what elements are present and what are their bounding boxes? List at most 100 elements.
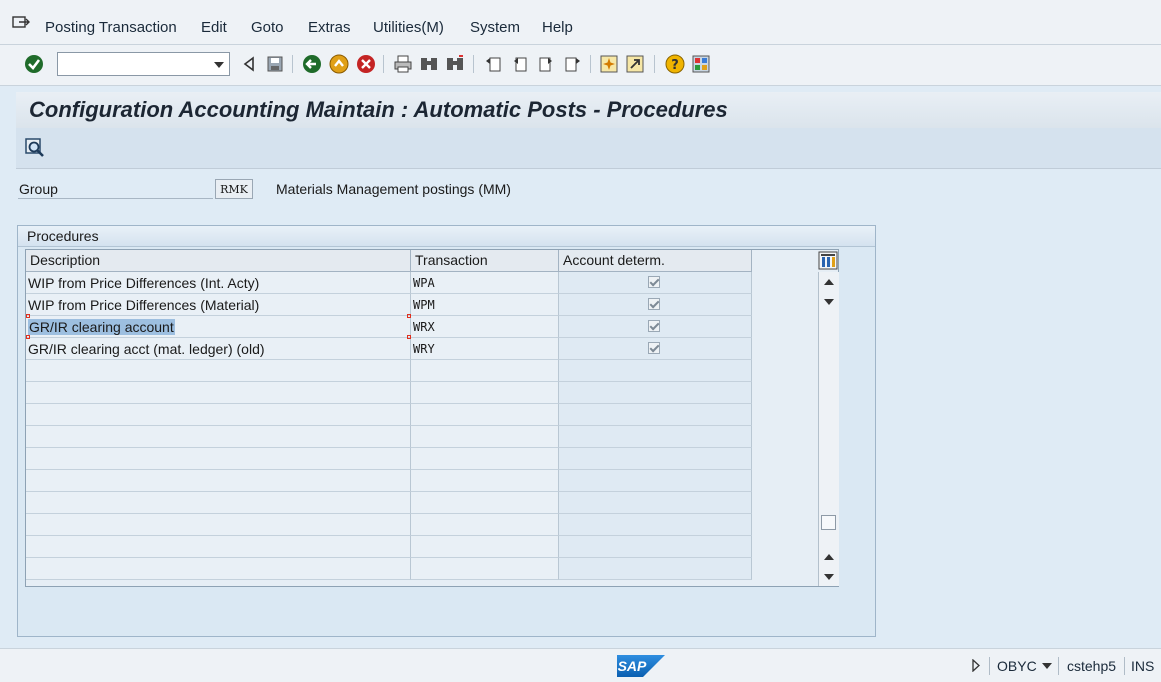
selected-text[interactable]: GR/IR clearing account (28, 319, 175, 335)
column-header-account-determ[interactable]: Account determ. (559, 250, 752, 271)
menu-utilities[interactable]: Utilities(M) (373, 19, 444, 36)
row-description[interactable]: GR/IR clearing acct (mat. ledger) (old) (26, 338, 411, 360)
empty-cell[interactable] (411, 536, 559, 558)
empty-cell[interactable] (26, 470, 411, 492)
empty-cell[interactable] (559, 448, 752, 470)
empty-cell[interactable] (26, 448, 411, 470)
empty-cell[interactable] (411, 514, 559, 536)
empty-cell[interactable] (559, 426, 752, 448)
system-menu-icon[interactable] (12, 16, 30, 30)
empty-cell[interactable] (411, 448, 559, 470)
cancel-icon[interactable] (355, 53, 377, 75)
scrollbar-thumb[interactable] (821, 515, 836, 530)
empty-cell[interactable] (559, 360, 752, 382)
table-row[interactable]: WIP from Price Differences (Material) WP… (26, 294, 752, 316)
selection-handle[interactable] (407, 314, 411, 318)
menu-system[interactable]: System (470, 19, 520, 36)
empty-cell[interactable] (411, 360, 559, 382)
find-icon[interactable] (418, 53, 440, 75)
menu-help[interactable]: Help (542, 19, 573, 36)
selection-handle[interactable] (26, 314, 30, 318)
empty-cell[interactable] (26, 558, 411, 580)
back-triangle-icon[interactable] (238, 53, 260, 75)
table-row[interactable]: GR/IR clearing acct (mat. ledger) (old) … (26, 338, 752, 360)
print-icon[interactable] (392, 53, 414, 75)
previous-page-icon[interactable] (509, 53, 531, 75)
empty-cell[interactable] (411, 470, 559, 492)
table-row-empty[interactable] (26, 558, 752, 580)
empty-cell[interactable] (26, 514, 411, 536)
selection-handle[interactable] (26, 335, 30, 339)
table-row-empty[interactable] (26, 536, 752, 558)
table-row-empty[interactable] (26, 426, 752, 448)
empty-cell[interactable] (411, 426, 559, 448)
input-mode[interactable]: INS (1131, 658, 1154, 674)
last-page-icon[interactable] (561, 53, 583, 75)
command-field[interactable] (57, 52, 230, 76)
table-settings-icon[interactable] (818, 251, 838, 270)
row-transaction[interactable]: WRY (411, 338, 559, 360)
empty-cell[interactable] (411, 404, 559, 426)
empty-cell[interactable] (26, 426, 411, 448)
table-row[interactable]: WIP from Price Differences (Int. Acty) W… (26, 272, 752, 294)
display-change-icon[interactable] (24, 137, 46, 159)
empty-cell[interactable] (411, 492, 559, 514)
table-row-empty[interactable] (26, 492, 752, 514)
table-row-empty[interactable] (26, 360, 752, 382)
empty-cell[interactable] (26, 360, 411, 382)
row-description[interactable]: WIP from Price Differences (Int. Acty) (26, 272, 411, 294)
column-header-description[interactable]: Description (26, 250, 411, 271)
chevron-down-icon[interactable] (214, 62, 224, 68)
selection-handle[interactable] (407, 335, 411, 339)
back-icon[interactable] (301, 53, 323, 75)
row-transaction[interactable]: WPM (411, 294, 559, 316)
empty-cell[interactable] (559, 404, 752, 426)
customize-layout-icon[interactable] (690, 53, 712, 75)
table-row-empty[interactable] (26, 382, 752, 404)
empty-cell[interactable] (26, 492, 411, 514)
scroll-page-down-icon[interactable] (824, 574, 834, 580)
table-row-empty[interactable] (26, 404, 752, 426)
enter-check-icon[interactable] (23, 53, 45, 75)
save-icon[interactable] (264, 53, 286, 75)
create-session-icon[interactable] (598, 53, 620, 75)
scroll-page-up-icon[interactable] (824, 554, 834, 560)
table-row-empty[interactable] (26, 448, 752, 470)
first-page-icon[interactable] (483, 53, 505, 75)
empty-cell[interactable] (26, 536, 411, 558)
vertical-scrollbar[interactable] (818, 272, 839, 586)
status-separator (989, 657, 990, 675)
menu-edit[interactable]: Edit (201, 19, 227, 36)
table-row-empty[interactable] (26, 514, 752, 536)
menu-posting-transaction[interactable]: Posting Transaction (45, 19, 177, 36)
empty-cell[interactable] (26, 382, 411, 404)
empty-cell[interactable] (559, 470, 752, 492)
scroll-down-icon[interactable] (824, 299, 834, 305)
empty-cell[interactable] (559, 382, 752, 404)
row-description[interactable]: GR/IR clearing account (26, 316, 411, 338)
empty-cell[interactable] (559, 558, 752, 580)
status-expand-icon[interactable] (971, 659, 981, 672)
empty-cell[interactable] (559, 536, 752, 558)
column-header-transaction[interactable]: Transaction (411, 250, 559, 271)
menu-goto[interactable]: Goto (251, 19, 284, 36)
empty-cell[interactable] (26, 404, 411, 426)
row-transaction[interactable]: WPA (411, 272, 559, 294)
sap-logo: SAP (617, 655, 665, 677)
help-icon[interactable]: ? (664, 53, 686, 75)
next-page-icon[interactable] (535, 53, 557, 75)
menu-extras[interactable]: Extras (308, 19, 351, 36)
empty-cell[interactable] (411, 558, 559, 580)
shortcut-icon[interactable] (624, 53, 646, 75)
table-row-empty[interactable] (26, 470, 752, 492)
row-transaction[interactable]: WRX (411, 316, 559, 338)
chevron-down-icon[interactable] (1042, 663, 1052, 669)
find-next-icon[interactable] (444, 53, 466, 75)
empty-cell[interactable] (559, 492, 752, 514)
row-description[interactable]: WIP from Price Differences (Material) (26, 294, 411, 316)
empty-cell[interactable] (411, 382, 559, 404)
scroll-up-icon[interactable] (824, 279, 834, 285)
empty-cell[interactable] (559, 514, 752, 536)
exit-icon[interactable] (328, 53, 350, 75)
table-row-selected[interactable]: GR/IR clearing account WRX (26, 316, 752, 338)
